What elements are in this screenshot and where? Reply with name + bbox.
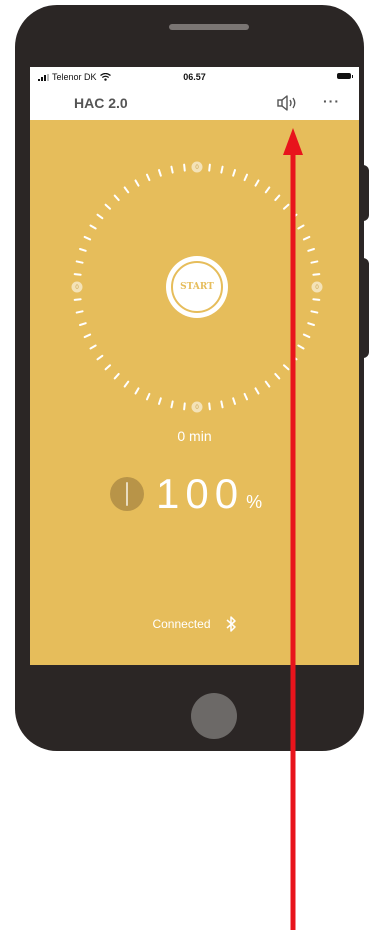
dial-tick <box>310 260 319 264</box>
dial-tick <box>307 247 315 252</box>
dial-tick <box>274 194 281 202</box>
dial-tick <box>157 169 162 177</box>
app-title: HAC 2.0 <box>74 95 128 111</box>
dial-tick <box>208 402 211 411</box>
more-icon[interactable]: ··· <box>323 93 340 109</box>
dial-tick <box>264 380 271 388</box>
dial-tick <box>123 380 130 388</box>
dial-tick <box>145 392 151 401</box>
dial-tick <box>302 333 311 339</box>
level-unit: % <box>246 492 263 512</box>
dial-tick <box>89 344 97 350</box>
home-button[interactable] <box>191 693 237 739</box>
dial-tick <box>243 392 249 401</box>
dial-tick <box>312 273 321 276</box>
phone-speaker <box>169 24 249 30</box>
dial-tick <box>79 247 87 252</box>
dial-tick <box>134 179 140 187</box>
dial-tick <box>73 273 82 276</box>
connection-status: Connected <box>30 615 359 633</box>
dial-tick <box>274 372 281 380</box>
level-control: 100 % <box>110 469 262 519</box>
dial-tick <box>83 333 92 339</box>
dial-tick <box>302 235 311 241</box>
dial-tick <box>290 213 298 220</box>
bluetooth-icon <box>226 616 236 632</box>
dial-tick <box>96 354 104 361</box>
dial-tick <box>170 165 174 174</box>
dial-tick <box>282 203 290 210</box>
dial-tick <box>183 402 186 411</box>
dial-tick <box>310 310 319 314</box>
dial-tick <box>73 298 82 301</box>
dial-tick <box>104 364 112 371</box>
status-bar: Telenor DK 06.57 <box>30 67 359 87</box>
dial-tick <box>157 397 162 405</box>
side-button[interactable] <box>363 165 369 221</box>
dial-tick <box>254 387 260 395</box>
start-button[interactable]: START <box>168 258 226 316</box>
start-label: START <box>180 282 214 292</box>
dial-tick <box>96 213 104 220</box>
clock: 06.57 <box>183 72 206 82</box>
dial-tick <box>75 260 84 264</box>
battery-icon <box>337 73 353 79</box>
dial-tick <box>134 387 140 395</box>
dial-tick <box>282 364 290 371</box>
dial-tick <box>232 397 237 405</box>
connection-label: Connected <box>152 617 211 631</box>
dial-tick <box>220 165 224 174</box>
dial-tick <box>183 163 186 172</box>
dial-tick <box>104 203 112 210</box>
dial-tick <box>83 235 92 241</box>
dial-tick <box>232 169 237 177</box>
dial-tick <box>113 372 120 380</box>
speaker-icon[interactable] <box>276 93 298 113</box>
dial-tick <box>123 186 130 194</box>
dial-tick <box>113 194 120 202</box>
dial-tick <box>170 400 174 409</box>
dial-tick <box>208 163 211 172</box>
level-value: 100 <box>156 470 245 517</box>
dial-tick <box>243 173 249 182</box>
dial-tick <box>264 186 271 194</box>
dial-tick <box>89 224 97 230</box>
dial-tick <box>290 354 298 361</box>
dial-tick <box>145 173 151 182</box>
dial-tick <box>79 322 87 327</box>
volume-button[interactable] <box>363 258 369 358</box>
dial-tick <box>297 344 305 350</box>
dial-tick <box>254 179 260 187</box>
phone-screen: Telenor DK 06.57 HAC 2.0 ··· 0000 START … <box>30 67 359 665</box>
duration-readout: 0 min <box>177 428 212 444</box>
level-knob[interactable] <box>110 477 144 511</box>
dial-tick <box>297 224 305 230</box>
dial-tick <box>75 310 84 314</box>
dial-tick <box>312 298 321 301</box>
app-bar: HAC 2.0 ··· <box>30 87 359 120</box>
dial-tick <box>307 322 315 327</box>
dial-tick <box>220 400 224 409</box>
